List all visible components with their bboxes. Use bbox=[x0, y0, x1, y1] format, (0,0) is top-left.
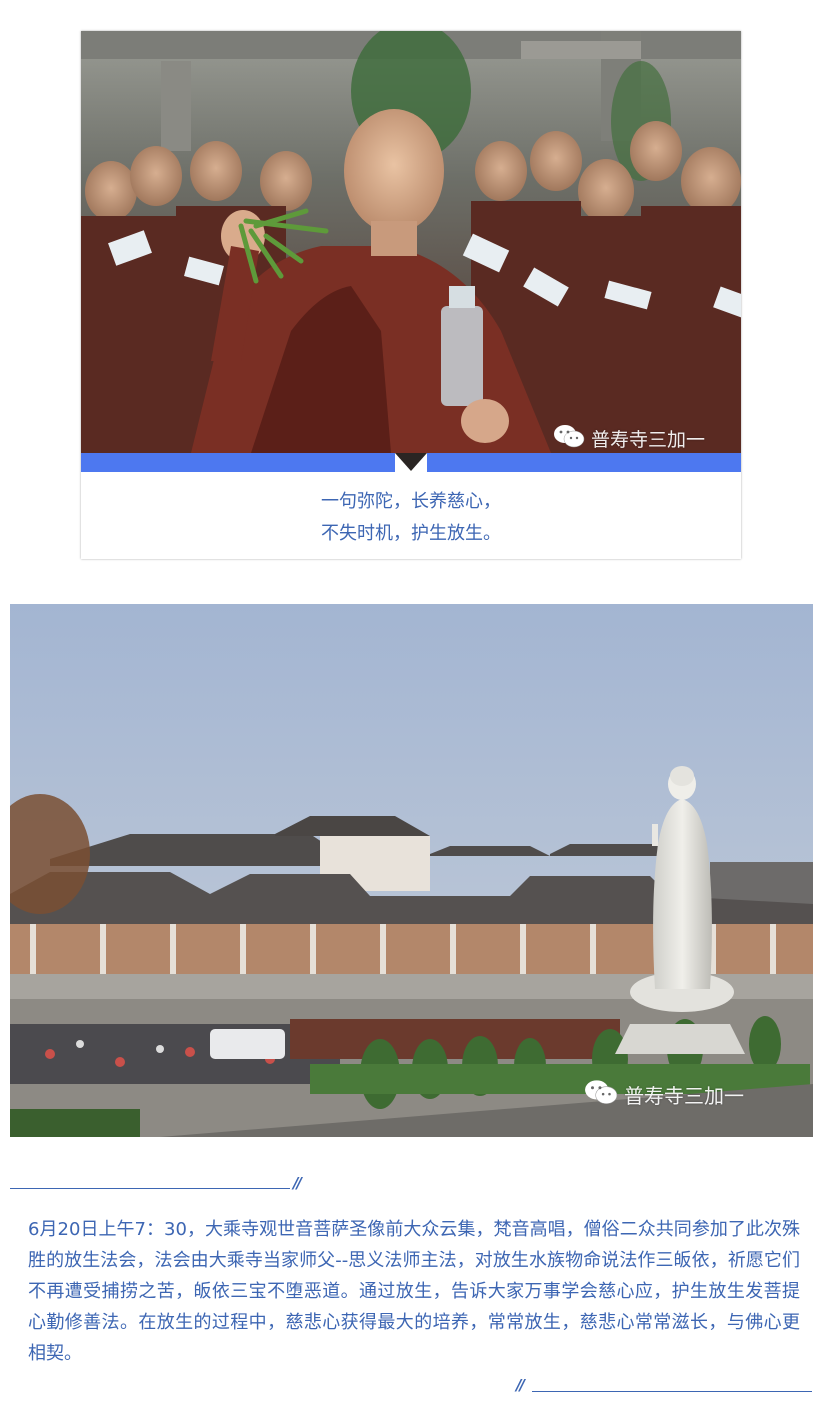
divider-line-bottom bbox=[532, 1391, 812, 1392]
divider-line-top bbox=[10, 1188, 290, 1189]
article-paragraph: 6月20日上午7：30，大乘寺观世音菩萨圣像前大众云集，梵音高唱，僧俗二众共同参… bbox=[28, 1219, 800, 1364]
watermark: 普寿寺三加一 bbox=[584, 1078, 744, 1111]
nun-ceremony-photo: 普寿寺三加一 bbox=[81, 31, 741, 453]
photo-card: 普寿寺三加一 一句弥陀，长养慈心， 不失时机，护生放生。 bbox=[81, 31, 741, 559]
divider-mark-top: // bbox=[293, 1174, 302, 1192]
pointer-triangle bbox=[395, 453, 427, 471]
wechat-icon bbox=[553, 423, 585, 453]
temple-courtyard-photo: 普寿寺三加一 bbox=[10, 604, 813, 1137]
watermark: 普寿寺三加一 bbox=[553, 423, 705, 453]
caption-line-1: 一句弥陀，长养慈心， bbox=[321, 491, 501, 512]
caption-line-2: 不失时机，护生放生。 bbox=[321, 523, 501, 544]
watermark-text: 普寿寺三加一 bbox=[591, 429, 706, 451]
photo-caption: 一句弥陀，长养慈心， 不失时机，护生放生。 bbox=[81, 486, 741, 550]
divider-mark-bottom: // bbox=[516, 1376, 525, 1394]
wechat-icon bbox=[584, 1078, 618, 1111]
watermark-text: 普寿寺三加一 bbox=[624, 1084, 744, 1108]
